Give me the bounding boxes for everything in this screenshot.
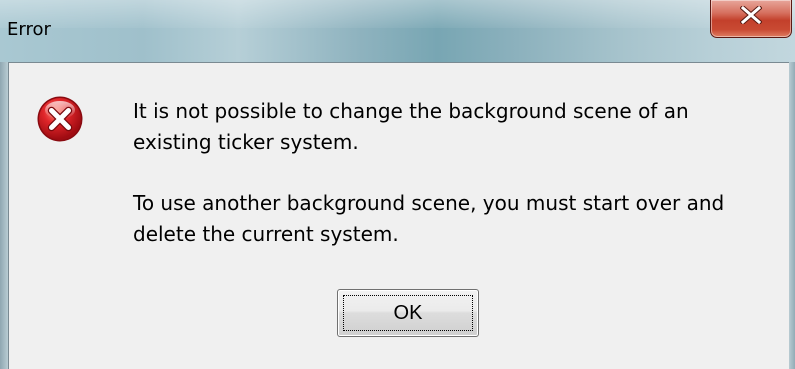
message-line: It is not possible to change the backgro…	[133, 99, 689, 123]
dialog-body: It is not possible to change the backgro…	[8, 62, 789, 369]
close-icon	[740, 6, 762, 24]
window-frame-right	[789, 62, 795, 369]
error-dialog-window: Error It is not possible to change the b…	[0, 0, 795, 369]
message-line: delete the current system.	[133, 222, 399, 246]
error-message-paragraph-1: It is not possible to change the backgro…	[133, 96, 689, 158]
window-title: Error	[7, 19, 51, 40]
error-message-paragraph-2: To use another background scene, you mus…	[133, 188, 724, 250]
title-bar[interactable]: Error	[0, 0, 795, 62]
message-line: existing ticker system.	[133, 130, 359, 154]
close-button[interactable]	[710, 0, 792, 38]
message-line: To use another background scene, you mus…	[133, 191, 725, 215]
window-frame-left	[0, 62, 8, 369]
ok-button[interactable]: OK	[337, 289, 479, 337]
ok-button-label: OK	[343, 295, 473, 331]
error-icon	[37, 96, 83, 142]
